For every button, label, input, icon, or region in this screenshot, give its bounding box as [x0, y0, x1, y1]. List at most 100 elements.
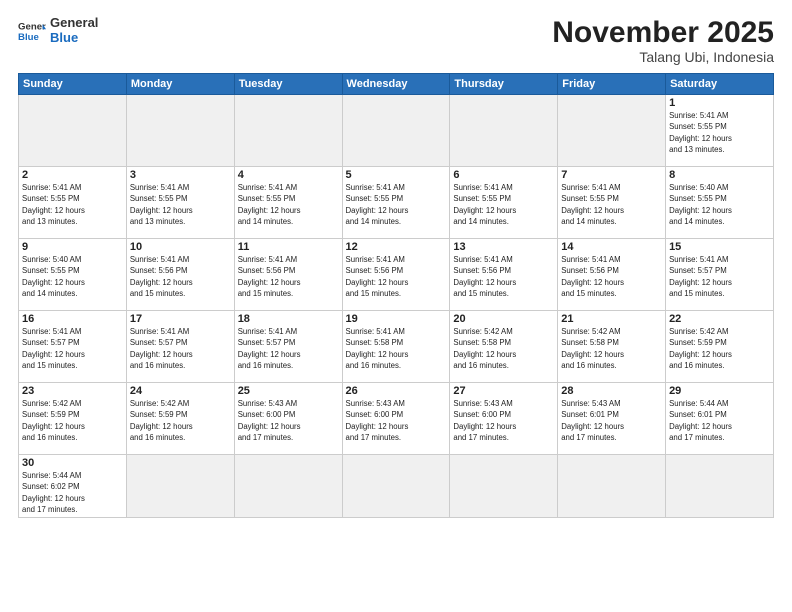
calendar-cell: 18Sunrise: 5:41 AMSunset: 5:57 PMDayligh… [234, 311, 342, 383]
date-number: 28 [561, 385, 662, 397]
sun-info: Sunrise: 5:44 AMSunset: 6:01 PMDaylight:… [669, 398, 770, 443]
sun-info: Sunrise: 5:42 AMSunset: 5:59 PMDaylight:… [22, 398, 123, 443]
date-number: 12 [346, 241, 447, 253]
calendar-cell [558, 455, 666, 518]
calendar-cell [234, 95, 342, 167]
date-number: 10 [130, 241, 231, 253]
sun-info: Sunrise: 5:43 AMSunset: 6:00 PMDaylight:… [453, 398, 554, 443]
calendar-cell: 26Sunrise: 5:43 AMSunset: 6:00 PMDayligh… [342, 383, 450, 455]
date-number: 30 [22, 457, 123, 469]
title-block: November 2025 Talang Ubi, Indonesia [552, 16, 774, 65]
sun-info: Sunrise: 5:43 AMSunset: 6:01 PMDaylight:… [561, 398, 662, 443]
sun-info: Sunrise: 5:41 AMSunset: 5:56 PMDaylight:… [561, 254, 662, 299]
date-number: 26 [346, 385, 447, 397]
calendar-cell: 7Sunrise: 5:41 AMSunset: 5:55 PMDaylight… [558, 167, 666, 239]
sun-info: Sunrise: 5:42 AMSunset: 5:59 PMDaylight:… [130, 398, 231, 443]
calendar-cell [234, 455, 342, 518]
calendar-cell [126, 455, 234, 518]
date-number: 20 [453, 313, 554, 325]
calendar-cell [126, 95, 234, 167]
date-number: 18 [238, 313, 339, 325]
calendar-cell: 14Sunrise: 5:41 AMSunset: 5:56 PMDayligh… [558, 239, 666, 311]
sun-info: Sunrise: 5:40 AMSunset: 5:55 PMDaylight:… [22, 254, 123, 299]
date-number: 16 [22, 313, 123, 325]
date-number: 7 [561, 169, 662, 181]
calendar-cell: 15Sunrise: 5:41 AMSunset: 5:57 PMDayligh… [666, 239, 774, 311]
calendar-cell: 2Sunrise: 5:41 AMSunset: 5:55 PMDaylight… [19, 167, 127, 239]
date-number: 21 [561, 313, 662, 325]
calendar-cell [450, 95, 558, 167]
calendar-cell: 11Sunrise: 5:41 AMSunset: 5:56 PMDayligh… [234, 239, 342, 311]
calendar: SundayMondayTuesdayWednesdayThursdayFrid… [18, 73, 774, 518]
date-number: 6 [453, 169, 554, 181]
sun-info: Sunrise: 5:41 AMSunset: 5:56 PMDaylight:… [130, 254, 231, 299]
logo-icon: General Blue [18, 17, 46, 45]
calendar-cell: 16Sunrise: 5:41 AMSunset: 5:57 PMDayligh… [19, 311, 127, 383]
calendar-cell: 25Sunrise: 5:43 AMSunset: 6:00 PMDayligh… [234, 383, 342, 455]
date-number: 15 [669, 241, 770, 253]
sun-info: Sunrise: 5:41 AMSunset: 5:55 PMDaylight:… [453, 182, 554, 227]
sun-info: Sunrise: 5:42 AMSunset: 5:58 PMDaylight:… [561, 326, 662, 371]
calendar-cell [19, 95, 127, 167]
day-header-friday: Friday [558, 74, 666, 95]
sun-info: Sunrise: 5:41 AMSunset: 5:55 PMDaylight:… [22, 182, 123, 227]
date-number: 19 [346, 313, 447, 325]
day-header-tuesday: Tuesday [234, 74, 342, 95]
sun-info: Sunrise: 5:41 AMSunset: 5:55 PMDaylight:… [238, 182, 339, 227]
calendar-cell: 12Sunrise: 5:41 AMSunset: 5:56 PMDayligh… [342, 239, 450, 311]
date-number: 13 [453, 241, 554, 253]
date-number: 22 [669, 313, 770, 325]
date-number: 27 [453, 385, 554, 397]
page-header: General Blue General Blue November 2025 … [18, 16, 774, 65]
calendar-cell: 27Sunrise: 5:43 AMSunset: 6:00 PMDayligh… [450, 383, 558, 455]
calendar-cell: 3Sunrise: 5:41 AMSunset: 5:55 PMDaylight… [126, 167, 234, 239]
sun-info: Sunrise: 5:41 AMSunset: 5:56 PMDaylight:… [346, 254, 447, 299]
logo: General Blue General Blue [18, 16, 98, 46]
calendar-cell: 4Sunrise: 5:41 AMSunset: 5:55 PMDaylight… [234, 167, 342, 239]
calendar-cell: 9Sunrise: 5:40 AMSunset: 5:55 PMDaylight… [19, 239, 127, 311]
calendar-cell: 20Sunrise: 5:42 AMSunset: 5:58 PMDayligh… [450, 311, 558, 383]
sun-info: Sunrise: 5:41 AMSunset: 5:57 PMDaylight:… [22, 326, 123, 371]
calendar-cell: 8Sunrise: 5:40 AMSunset: 5:55 PMDaylight… [666, 167, 774, 239]
calendar-cell: 17Sunrise: 5:41 AMSunset: 5:57 PMDayligh… [126, 311, 234, 383]
date-number: 4 [238, 169, 339, 181]
calendar-cell: 1Sunrise: 5:41 AMSunset: 5:55 PMDaylight… [666, 95, 774, 167]
date-number: 5 [346, 169, 447, 181]
calendar-cell: 28Sunrise: 5:43 AMSunset: 6:01 PMDayligh… [558, 383, 666, 455]
sun-info: Sunrise: 5:41 AMSunset: 5:56 PMDaylight:… [238, 254, 339, 299]
date-number: 1 [669, 97, 770, 109]
sun-info: Sunrise: 5:41 AMSunset: 5:57 PMDaylight:… [130, 326, 231, 371]
date-number: 23 [22, 385, 123, 397]
sun-info: Sunrise: 5:41 AMSunset: 5:57 PMDaylight:… [669, 254, 770, 299]
sun-info: Sunrise: 5:41 AMSunset: 5:55 PMDaylight:… [561, 182, 662, 227]
calendar-cell: 21Sunrise: 5:42 AMSunset: 5:58 PMDayligh… [558, 311, 666, 383]
date-number: 25 [238, 385, 339, 397]
sun-info: Sunrise: 5:42 AMSunset: 5:58 PMDaylight:… [453, 326, 554, 371]
sun-info: Sunrise: 5:44 AMSunset: 6:02 PMDaylight:… [22, 470, 123, 515]
logo-general: General [50, 16, 98, 31]
day-header-sunday: Sunday [19, 74, 127, 95]
date-number: 14 [561, 241, 662, 253]
calendar-cell: 6Sunrise: 5:41 AMSunset: 5:55 PMDaylight… [450, 167, 558, 239]
calendar-cell: 13Sunrise: 5:41 AMSunset: 5:56 PMDayligh… [450, 239, 558, 311]
day-header-thursday: Thursday [450, 74, 558, 95]
month-title: November 2025 [552, 16, 774, 49]
calendar-cell: 24Sunrise: 5:42 AMSunset: 5:59 PMDayligh… [126, 383, 234, 455]
sun-info: Sunrise: 5:43 AMSunset: 6:00 PMDaylight:… [238, 398, 339, 443]
svg-text:General: General [18, 21, 46, 32]
sun-info: Sunrise: 5:41 AMSunset: 5:55 PMDaylight:… [669, 110, 770, 155]
date-number: 11 [238, 241, 339, 253]
sun-info: Sunrise: 5:41 AMSunset: 5:57 PMDaylight:… [238, 326, 339, 371]
calendar-header-row: SundayMondayTuesdayWednesdayThursdayFrid… [19, 74, 774, 95]
svg-text:Blue: Blue [18, 32, 39, 43]
calendar-cell [450, 455, 558, 518]
calendar-cell: 22Sunrise: 5:42 AMSunset: 5:59 PMDayligh… [666, 311, 774, 383]
logo-blue: Blue [50, 31, 98, 46]
day-header-wednesday: Wednesday [342, 74, 450, 95]
date-number: 29 [669, 385, 770, 397]
sun-info: Sunrise: 5:41 AMSunset: 5:55 PMDaylight:… [346, 182, 447, 227]
sun-info: Sunrise: 5:41 AMSunset: 5:56 PMDaylight:… [453, 254, 554, 299]
date-number: 3 [130, 169, 231, 181]
day-header-saturday: Saturday [666, 74, 774, 95]
date-number: 8 [669, 169, 770, 181]
